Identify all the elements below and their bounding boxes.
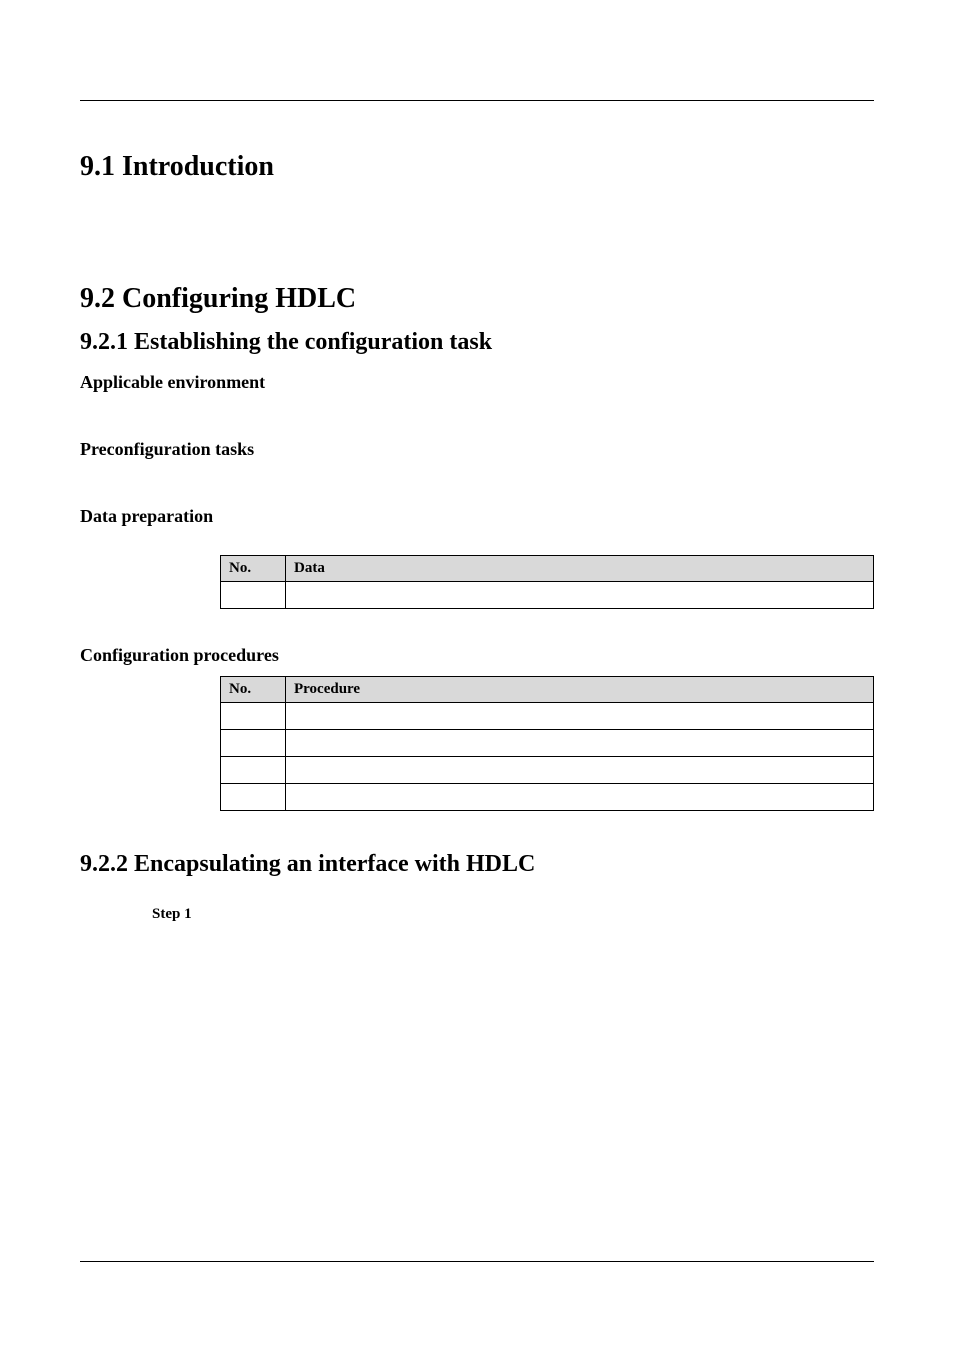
page-header [80, 72, 874, 100]
cell-procedure [286, 757, 874, 784]
heading-preconfiguration-tasks: Preconfiguration tasks [80, 439, 874, 460]
cell-procedure [286, 730, 874, 757]
table-row [221, 703, 874, 730]
heading-configuration-procedures: Configuration procedures [80, 645, 874, 666]
table-header-row: No. Data [221, 556, 874, 582]
cell-no [221, 784, 286, 811]
heading-9-2-1: 9.2.1 Establishing the configuration tas… [80, 329, 874, 356]
heading-applicable-environment: Applicable environment [80, 372, 874, 393]
cell-procedure [286, 703, 874, 730]
col-header-no: No. [221, 677, 286, 703]
heading-9-2: 9.2 Configuring HDLC [80, 283, 874, 315]
heading-9-2-2: 9.2.2 Encapsulating an interface with HD… [80, 851, 874, 878]
cell-data [286, 582, 874, 609]
cell-no [221, 730, 286, 757]
cell-no [221, 757, 286, 784]
header-rule [80, 100, 874, 101]
footer-rule [80, 1261, 874, 1262]
col-header-data: Data [286, 556, 874, 582]
table-row [221, 582, 874, 609]
table-row [221, 784, 874, 811]
heading-data-preparation: Data preparation [80, 506, 874, 527]
col-header-procedure: Procedure [286, 677, 874, 703]
cell-procedure [286, 784, 874, 811]
configuration-procedures-table: No. Procedure [220, 676, 874, 811]
data-preparation-table: No. Data [220, 555, 874, 609]
cell-no [221, 703, 286, 730]
table-row [221, 730, 874, 757]
table-row [221, 757, 874, 784]
col-header-no: No. [221, 556, 286, 582]
heading-9-1: 9.1 Introduction [80, 151, 874, 183]
cell-no [221, 582, 286, 609]
table-header-row: No. Procedure [221, 677, 874, 703]
step-1-label: Step 1 [152, 906, 874, 923]
